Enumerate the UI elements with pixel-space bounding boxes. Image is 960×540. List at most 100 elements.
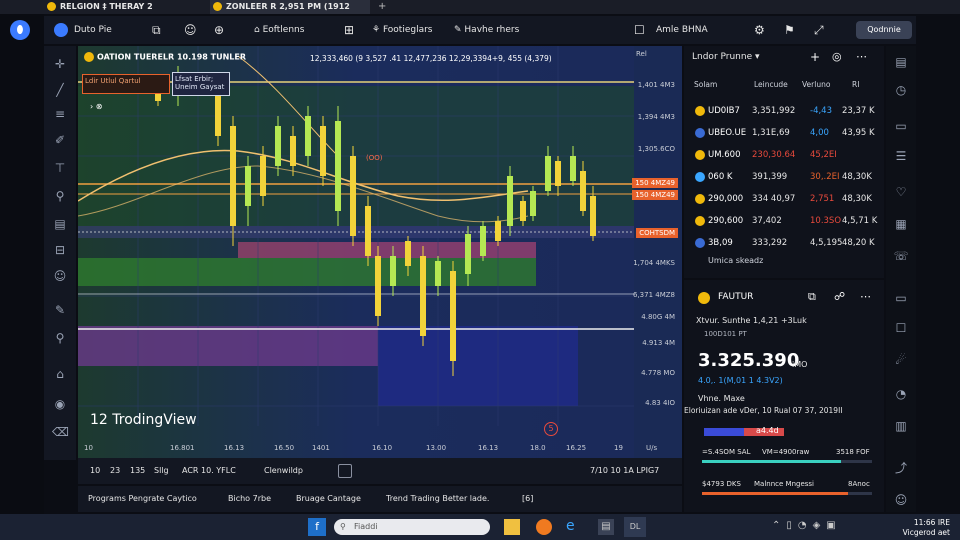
bottom-tab[interactable]: [6] [522, 486, 533, 512]
chart-symbol-header[interactable]: OATION TUERELR 10.198 TUNLER [84, 52, 246, 62]
watchlist-row[interactable]: UM.600 230,30.64 45,2EI [692, 144, 878, 166]
compare-icon[interactable]: ⊕ [214, 16, 224, 44]
tag-icon[interactable]: ⚑ [784, 16, 795, 44]
window-icon[interactable]: ☐ [634, 16, 645, 44]
interval-button[interactable]: Sllg [154, 458, 169, 484]
interval-button[interactable]: Clenwildp [264, 458, 303, 484]
lock-icon[interactable]: ⌂ [52, 366, 68, 382]
indicator-label-2[interactable]: Lfsat Erbir; Uneim Gaysat [172, 72, 230, 96]
bottom-tab[interactable]: Bruage Cantage [296, 486, 361, 512]
profile-icon[interactable]: ☺ [893, 492, 909, 508]
collapse-arrow-icon[interactable]: › ⊗ [90, 102, 102, 111]
checkbox[interactable] [338, 464, 352, 478]
brush-icon[interactable]: ✐ [52, 132, 68, 148]
chart-type-icon[interactable]: ☺ [184, 16, 197, 44]
bottom-tab[interactable]: Trend Trading Better lade. [386, 486, 489, 512]
eye-icon[interactable]: ◉ [52, 396, 68, 412]
fullscreen-icon[interactable]: ⤢ [814, 16, 824, 44]
hotlist-icon[interactable]: ▥ [893, 418, 909, 434]
search-input[interactable]: ⚲ Fiaddi [334, 519, 490, 535]
interval-button[interactable]: 135 [130, 458, 145, 484]
coin-icon [698, 292, 710, 304]
clock-date[interactable]: Vicgerod aet [850, 528, 950, 537]
symbol-search-button[interactable]: Duto Pie [74, 16, 134, 44]
trade-icon[interactable]: ⤴ [893, 460, 909, 476]
watchlist-column-header[interactable]: Solam [694, 80, 717, 89]
edge-icon[interactable]: e [566, 518, 575, 534]
start-icon[interactable]: f [308, 518, 326, 536]
fib-icon[interactable]: ≡ [52, 106, 68, 122]
trash-icon[interactable]: ⌫ [52, 424, 69, 440]
watchlist-title[interactable]: Lndor Prunne ▾ [692, 52, 760, 62]
tab-1[interactable]: RELGION ‡ THERAY 2 [44, 0, 204, 14]
chat-icon[interactable]: ▭ [893, 290, 909, 306]
watchlist-row[interactable]: 290,600 37,402 10.3SO 4,5,71 K [692, 210, 878, 232]
watchlist-cell-sym: 290,600 [708, 216, 744, 226]
chart-area[interactable]: OATION TUERELR 10.198 TUNLER 12,333,460 … [78, 46, 682, 458]
interval-icon[interactable]: ⧉ [152, 16, 161, 44]
messages-icon[interactable]: ☐ [893, 320, 909, 336]
watchlist-icon[interactable]: ▤ [893, 54, 909, 70]
bottom-tab[interactable]: Bicho 7rbe [228, 486, 271, 512]
notifications-icon[interactable]: ☏ [893, 248, 909, 264]
add-symbol-icon[interactable]: + [810, 50, 820, 64]
new-tab-icon[interactable]: + [378, 0, 386, 14]
ruler-icon[interactable]: ▤ [52, 216, 68, 232]
interval-button[interactable]: ACR 10. YFLC [182, 458, 236, 484]
app-logo-icon[interactable]: ⬮ [10, 20, 30, 40]
terminal-icon[interactable]: DL [624, 517, 646, 537]
publish-button[interactable]: Qodnnie [856, 21, 912, 39]
calendar-icon[interactable]: ▦ [893, 216, 909, 232]
crosshair-icon[interactable]: ✛ [52, 56, 68, 72]
emoji-icon[interactable]: ☺ [52, 268, 68, 284]
text-icon[interactable]: ⊤ [52, 160, 68, 176]
watchlist-column-header[interactable]: RI [852, 80, 859, 89]
indicators-button[interactable]: ⌂ Eoftlenns [254, 16, 304, 44]
alerts-button[interactable]: ✎ Havhe rhers [454, 16, 519, 44]
data-window-icon[interactable]: ▭ [893, 118, 909, 134]
watchlist-column-header[interactable]: Leincude [754, 80, 788, 89]
settings-icon[interactable]: ◎ [832, 50, 842, 63]
templates-button[interactable]: ⚘ Footieglars [372, 16, 433, 44]
watchlist-row[interactable]: UBEO.UE 1,31E,69 4,00 43,95 K [692, 122, 878, 144]
watchlist-row[interactable]: 3B,09 333,292 4,5,195 48,20 K [692, 232, 878, 254]
zoom-icon[interactable]: ⚲ [52, 330, 68, 346]
taskbar: f ⚲ Fiaddi e ▤ DL ⌃▯◔◈▣ 11:66 IRE Vicgero… [0, 514, 960, 540]
pattern-icon[interactable]: ⚲ [52, 188, 68, 204]
alerts-icon[interactable]: ◷ [893, 82, 909, 98]
settings-icon[interactable]: ⚙ [754, 16, 765, 44]
interval-button[interactable]: 23 [110, 458, 120, 484]
measure-icon[interactable]: ⊟ [52, 242, 68, 258]
bottom-tab[interactable]: Programs Pengrate Caytico [88, 486, 197, 512]
more-icon[interactable]: ⋯ [860, 290, 871, 303]
file-explorer-icon[interactable] [504, 519, 520, 535]
layout-icon[interactable]: ⊞ [344, 16, 354, 44]
store-icon[interactable]: ▤ [598, 519, 614, 535]
firefox-icon[interactable] [536, 519, 552, 535]
tray-icons[interactable]: ⌃▯◔◈▣ [772, 520, 842, 531]
progress-track-2 [702, 492, 872, 495]
time-readout: 7/10 10 1A LPIG7 [590, 466, 660, 475]
watchlist-row[interactable]: 060 K 391,399 30,.2EI 48,30K [692, 166, 878, 188]
trend-line-icon[interactable]: ╱ [52, 82, 68, 98]
watchlist-row[interactable]: 290,000 334 40,97 2,751 48,30K [692, 188, 878, 210]
watchlist-row[interactable]: UD0IB7 3,351,992 -4,43 23,37 K [692, 100, 878, 122]
alert-icon[interactable]: ☍ [834, 290, 845, 303]
watchlist-footer[interactable]: Umica skeadz [708, 256, 763, 265]
indicator-label-1[interactable]: Ldir Utlul Qartul [82, 74, 170, 94]
streams-icon[interactable]: ☄ [893, 352, 909, 368]
tab-2[interactable]: ZONLEER R 2,951 PM (1912 [210, 0, 370, 14]
watchlist-column-header[interactable]: Verluno [802, 80, 830, 89]
help-icon[interactable]: ◔ [893, 386, 909, 402]
news-icon[interactable]: ☰ [893, 148, 909, 164]
interval-button[interactable]: 10 [90, 458, 100, 484]
clock-time[interactable]: 11:66 IRE [870, 518, 950, 527]
more-icon[interactable]: ⋯ [856, 50, 867, 63]
time-axis-label: 16.801 [170, 444, 195, 452]
layout-name[interactable]: Amle BHNA [656, 16, 708, 44]
copy-icon[interactable]: ⧉ [808, 290, 816, 304]
marker-badge[interactable]: 5 [544, 422, 558, 436]
price-axis-label: 150 4MZ49 [632, 178, 678, 188]
ideas-icon[interactable]: ♡ [893, 184, 909, 200]
pencil-icon[interactable]: ✎ [52, 302, 68, 318]
